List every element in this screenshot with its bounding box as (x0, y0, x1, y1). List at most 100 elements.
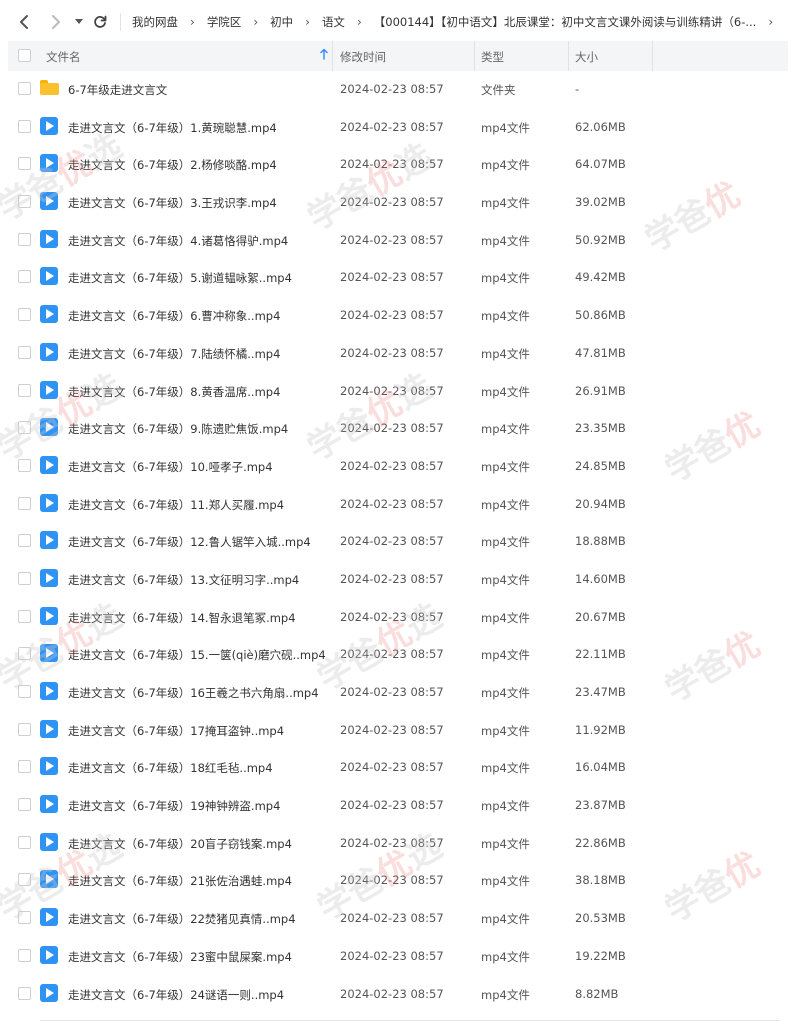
column-divider[interactable] (652, 41, 653, 71)
file-row[interactable]: 走进文言文（6-7年级）5.谢道韫咏絮..mp4 2024-02-23 08:57… (8, 258, 788, 296)
file-name[interactable]: 走进文言文（6-7年级）6.曹冲称象..mp4 (68, 308, 280, 324)
file-row[interactable]: 走进文言文（6-7年级）16王羲之书六角扇..mp4 2024-02-23 08:… (8, 673, 788, 711)
column-divider[interactable] (474, 41, 475, 71)
file-name[interactable]: 走进文言文（6-7年级）20盲子窃钱案.mp4 (68, 836, 292, 852)
file-name[interactable]: 走进文言文（6-7年级）12.鲁人锯竿入城..mp4 (68, 534, 311, 550)
file-name[interactable]: 走进文言文（6-7年级）13.文征明习字..mp4 (68, 572, 299, 588)
file-name[interactable]: 走进文言文（6-7年级）4.诸葛恪得驴.mp4 (68, 233, 288, 249)
file-row[interactable]: 走进文言文（6-7年级）3.王戎识李.mp4 2024-02-23 08:57 mp… (8, 183, 788, 221)
column-divider[interactable] (332, 41, 333, 71)
file-name[interactable]: 走进文言文（6-7年级）21张佐治遇蛙.mp4 (68, 873, 292, 889)
file-name[interactable]: 走进文言文（6-7年级）16王羲之书六角扇..mp4 (68, 685, 319, 701)
file-name[interactable]: 走进文言文（6-7年级）10.哑孝子.mp4 (68, 459, 273, 475)
file-name[interactable]: 走进文言文（6-7年级）22焚猪见真情..mp4 (68, 911, 296, 927)
row-checkbox[interactable] (18, 722, 31, 736)
row-checkbox[interactable] (18, 911, 31, 925)
file-row[interactable]: 走进文言文（6-7年级）21张佐治遇蛙.mp4 2024-02-23 08:57 m… (8, 861, 788, 899)
column-header-modified[interactable]: 修改时间 (340, 49, 386, 65)
sort-ascending-icon[interactable] (320, 48, 328, 63)
select-all-checkbox[interactable] (18, 49, 31, 62)
row-checkbox[interactable] (18, 195, 31, 209)
chevron-left-icon[interactable] (12, 10, 36, 34)
modified-time: 2024-02-23 08:57 (340, 685, 444, 699)
file-name[interactable]: 走进文言文（6-7年级）5.谢道韫咏絮..mp4 (68, 270, 292, 286)
file-row[interactable]: 走进文言文（6-7年级）1.黄琬聪慧.mp4 2024-02-23 08:57 mp… (8, 108, 788, 146)
file-row[interactable]: 走进文言文（6-7年级）19神钟辨盗.mp4 2024-02-23 08:57 mp… (8, 786, 788, 824)
file-row[interactable]: 走进文言文（6-7年级）11.郑人买履.mp4 2024-02-23 08:57 m… (8, 485, 788, 523)
row-checkbox[interactable] (18, 345, 31, 359)
row-checkbox[interactable] (18, 157, 31, 171)
file-row[interactable]: 走进文言文（6-7年级）8.黄香温席..mp4 2024-02-23 08:57 m… (8, 372, 788, 410)
file-size: 23.47MB (575, 685, 626, 699)
row-checkbox[interactable] (18, 948, 31, 962)
row-checkbox[interactable] (18, 496, 31, 510)
file-row[interactable]: 走进文言文（6-7年级）13.文征明习字..mp4 2024-02-23 08:5… (8, 560, 788, 598)
row-checkbox[interactable] (18, 685, 31, 698)
row-checkbox[interactable] (18, 308, 31, 322)
file-row[interactable]: 走进文言文（6-7年级）12.鲁人锯竿入城..mp4 2024-02-23 08:… (8, 522, 788, 560)
file-row[interactable]: 走进文言文（6-7年级）9.陈遗贮焦饭.mp4 2024-02-23 08:57 m… (8, 409, 788, 447)
file-row[interactable]: 走进文言文（6-7年级）20盲子窃钱案.mp4 2024-02-23 08:57 m… (8, 824, 788, 862)
breadcrumb-current[interactable]: 【000144】【初中语文】北辰课堂：初中文言文课外阅读与训练精讲（6-... (373, 14, 758, 30)
file-name[interactable]: 走进文言文（6-7年级）18红毛毡..mp4 (68, 760, 273, 776)
row-checkbox[interactable] (18, 383, 31, 397)
row-checkbox[interactable] (18, 82, 31, 95)
row-checkbox[interactable] (18, 835, 31, 849)
file-row[interactable]: 走进文言文（6-7年级）4.诸葛恪得驴.mp4 2024-02-23 08:57 m… (8, 221, 788, 259)
file-row[interactable]: 走进文言文（6-7年级）17掩耳盗钟..mp4 2024-02-23 08:57 m… (8, 711, 788, 749)
file-row[interactable]: 走进文言文（6-7年级）15.一箧(qiè)磨穴砚..mp4 2024-02-23… (8, 635, 788, 673)
file-name[interactable]: 走进文言文（6-7年级）11.郑人买履.mp4 (68, 497, 284, 513)
modified-time: 2024-02-23 08:57 (340, 873, 444, 888)
file-name[interactable]: 走进文言文（6-7年级）23蜜中鼠屎案.mp4 (68, 949, 292, 965)
file-name[interactable]: 走进文言文（6-7年级）15.一箧(qiè)磨穴砚..mp4 (68, 647, 326, 663)
breadcrumb-item[interactable]: 初中 (269, 14, 294, 30)
row-checkbox[interactable] (18, 647, 31, 661)
row-checkbox[interactable] (18, 798, 31, 812)
file-row[interactable]: 走进文言文（6-7年级）2.杨修啖酪.mp4 2024-02-23 08:57 mp… (8, 145, 788, 183)
file-name[interactable]: 走进文言文（6-7年级）8.黄香温席..mp4 (68, 384, 280, 400)
file-row[interactable]: 走进文言文（6-7年级）7.陆绩怀橘..mp4 2024-02-23 08:57 m… (8, 334, 788, 372)
file-row[interactable]: 6-7年级走进文言文 2024-02-23 08:57 文件夹 - (8, 70, 788, 108)
file-name[interactable]: 走进文言文（6-7年级）1.黄琬聪慧.mp4 (68, 120, 277, 136)
row-checkbox[interactable] (18, 609, 31, 623)
file-size: 38.18MB (575, 873, 626, 888)
row-checkbox[interactable] (18, 270, 31, 284)
file-row[interactable]: 走进文言文（6-7年级）18红毛毡..mp4 2024-02-23 08:57 mp… (8, 748, 788, 786)
row-checkbox[interactable] (18, 458, 31, 472)
column-header-size[interactable]: 大小 (575, 49, 598, 65)
row-checkbox[interactable] (18, 534, 31, 548)
file-name[interactable]: 走进文言文（6-7年级）17掩耳盗钟..mp4 (68, 723, 284, 739)
breadcrumb-item[interactable]: 我的网盘 (131, 14, 179, 30)
refresh-icon[interactable] (88, 10, 112, 34)
row-checkbox[interactable] (18, 119, 31, 133)
file-row[interactable]: 走进文言文（6-7年级）10.哑孝子.mp4 2024-02-23 08:57 mp… (8, 447, 788, 485)
file-size: 26.91MB (575, 383, 626, 398)
row-checkbox[interactable] (18, 986, 31, 1000)
file-name[interactable]: 走进文言文（6-7年级）3.王戎识李.mp4 (68, 195, 277, 211)
file-name[interactable]: 走进文言文（6-7年级）24谜语一则..mp4 (68, 987, 284, 1003)
column-header-type[interactable]: 类型 (481, 49, 504, 65)
file-name[interactable]: 走进文言文（6-7年级）14.智永退笔冢.mp4 (68, 610, 296, 626)
file-row[interactable]: 走进文言文（6-7年级）23蜜中鼠屎案.mp4 2024-02-23 08:57 m… (8, 937, 788, 975)
row-checkbox[interactable] (18, 232, 31, 246)
chevron-right-icon[interactable] (44, 10, 68, 34)
file-row[interactable]: 走进文言文（6-7年级）6.曹冲称象..mp4 2024-02-23 08:57 m… (8, 296, 788, 334)
file-name[interactable]: 走进文言文（6-7年级）19神钟辨盗.mp4 (68, 798, 280, 814)
file-name[interactable]: 走进文言文（6-7年级）7.陆绩怀橘..mp4 (68, 346, 280, 362)
column-divider[interactable] (568, 41, 569, 71)
breadcrumb-item[interactable]: 学院区 (206, 14, 243, 30)
column-header-name[interactable]: 文件名 (46, 49, 81, 65)
file-row[interactable]: 走进文言文（6-7年级）14.智永退笔冢.mp4 2024-02-23 08:57… (8, 598, 788, 636)
row-checkbox[interactable] (18, 760, 31, 774)
file-name[interactable]: 走进文言文（6-7年级）9.陈遗贮焦饭.mp4 (68, 421, 288, 437)
file-name[interactable]: 6-7年级走进文言文 (68, 82, 167, 98)
breadcrumb-item[interactable]: 语文 (321, 14, 346, 30)
caret-down-icon[interactable] (72, 10, 86, 34)
row-checkbox[interactable] (18, 873, 31, 887)
file-name[interactable]: 走进文言文（6-7年级）2.杨修啖酪.mp4 (68, 157, 277, 173)
row-checkbox[interactable] (18, 571, 31, 585)
row-checkbox[interactable] (18, 421, 31, 435)
file-row[interactable]: 走进文言文（6-7年级）22焚猪见真情..mp4 2024-02-23 08:57… (8, 899, 788, 937)
file-row[interactable]: 走进文言文（6-7年级）24谜语一则..mp4 2024-02-23 08:57 m… (8, 975, 788, 1013)
chevron-right-icon[interactable]: › (757, 15, 784, 29)
